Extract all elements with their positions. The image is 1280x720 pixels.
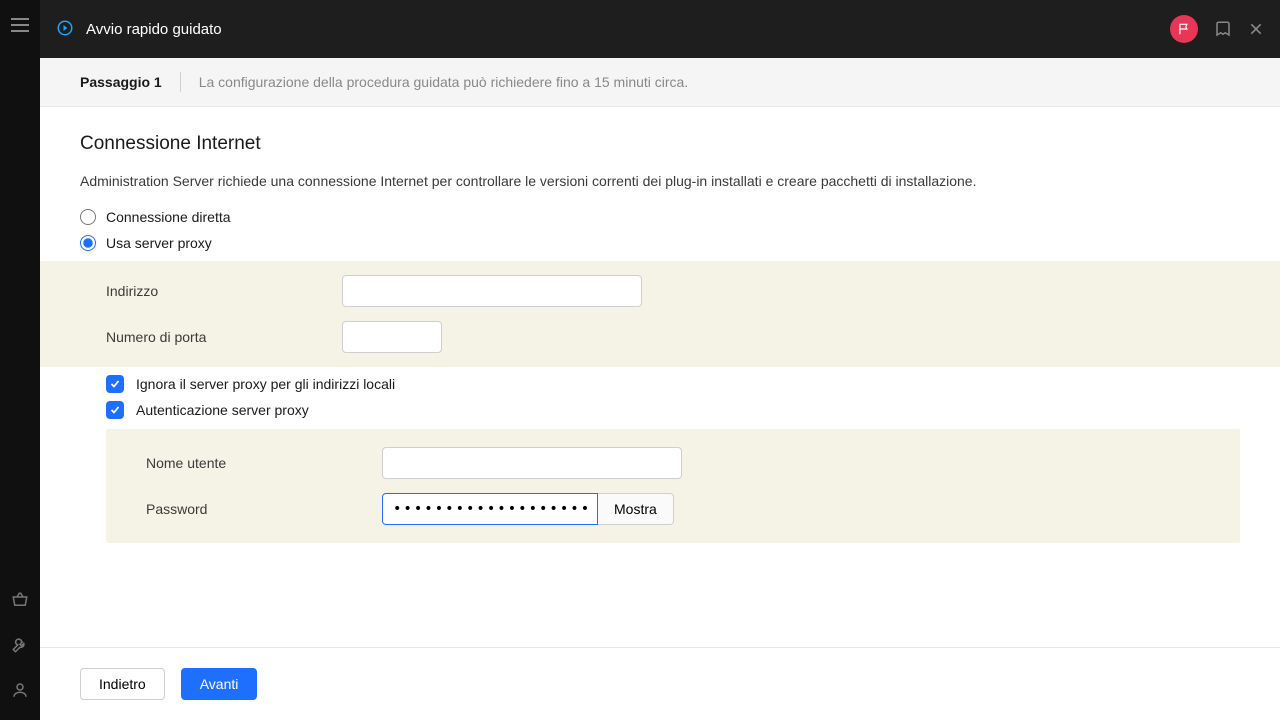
wizard-icon: [56, 19, 74, 40]
basket-icon[interactable]: [11, 591, 29, 612]
proxy-auth-form-block: Nome utente Password Mostra: [106, 429, 1240, 543]
content: Connessione Internet Administration Serv…: [40, 107, 1280, 647]
next-button[interactable]: Avanti: [181, 668, 258, 700]
footer: Indietro Avanti: [40, 647, 1280, 720]
address-input[interactable]: [342, 275, 642, 307]
section-description: Administration Server richiede una conne…: [80, 173, 1240, 189]
password-label: Password: [146, 501, 382, 517]
radio-direct-label: Connessione diretta: [106, 209, 231, 225]
password-input[interactable]: [382, 493, 598, 525]
radio-direct-input[interactable]: [80, 209, 96, 225]
port-label: Numero di porta: [106, 329, 342, 345]
proxy-form-block: Indirizzo Numero di porta: [40, 261, 1280, 367]
radio-proxy-input[interactable]: [80, 235, 96, 251]
flag-button[interactable]: [1170, 15, 1198, 43]
address-label: Indirizzo: [106, 283, 342, 299]
step-bar: Passaggio 1 La configurazione della proc…: [40, 58, 1280, 107]
show-password-button[interactable]: Mostra: [598, 493, 674, 525]
port-input[interactable]: [342, 321, 442, 353]
section-title: Connessione Internet: [80, 133, 1240, 155]
checkbox-proxy-auth[interactable]: Autenticazione server proxy: [106, 401, 1240, 419]
back-button[interactable]: Indietro: [80, 668, 165, 700]
bookmark-icon[interactable]: [1214, 20, 1232, 38]
close-icon[interactable]: [1248, 21, 1264, 37]
radio-use-proxy[interactable]: Usa server proxy: [80, 235, 1240, 251]
page-title: Avvio rapido guidato: [86, 21, 222, 38]
check-icon: [106, 375, 124, 393]
check-icon: [106, 401, 124, 419]
step-label: Passaggio 1: [80, 74, 162, 90]
menu-icon[interactable]: [11, 18, 29, 32]
sidebar: [0, 0, 40, 720]
username-input[interactable]: [382, 447, 682, 479]
checkbox-bypass-local[interactable]: Ignora il server proxy per gli indirizzi…: [106, 375, 1240, 393]
wrench-icon[interactable]: [11, 636, 29, 657]
checkbox-proxy-auth-label: Autenticazione server proxy: [136, 402, 309, 418]
radio-direct-connection[interactable]: Connessione diretta: [80, 209, 1240, 225]
username-label: Nome utente: [146, 455, 382, 471]
step-subtitle: La configurazione della procedura guidat…: [199, 74, 689, 90]
header: Avvio rapido guidato: [40, 0, 1280, 58]
user-icon[interactable]: [11, 681, 29, 702]
checkbox-bypass-label: Ignora il server proxy per gli indirizzi…: [136, 376, 395, 392]
radio-proxy-label: Usa server proxy: [106, 235, 212, 251]
